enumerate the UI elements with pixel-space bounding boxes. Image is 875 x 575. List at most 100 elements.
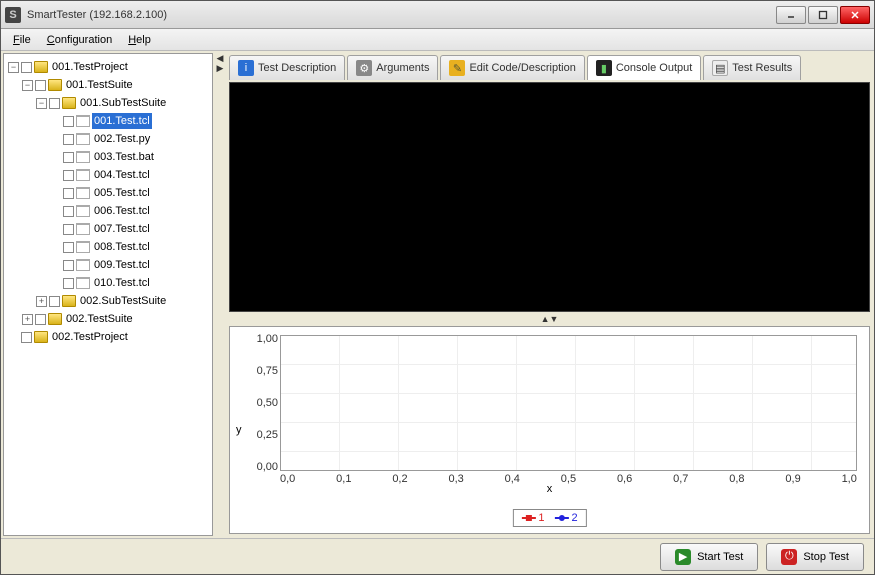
tab-label: Arguments	[376, 62, 429, 74]
file-icon	[76, 241, 90, 253]
button-label: Start Test	[697, 551, 743, 563]
tree-node-project[interactable]: 002.TestProject	[50, 329, 130, 345]
checkbox[interactable]	[63, 242, 74, 253]
tab-arguments[interactable]: ⚙ Arguments	[347, 55, 438, 80]
expander-icon[interactable]: −	[36, 98, 47, 109]
folder-icon	[62, 97, 76, 109]
file-icon	[76, 133, 90, 145]
tab-label: Console Output	[616, 62, 692, 74]
folder-icon	[34, 61, 48, 73]
menubar: File Configuration Help	[1, 29, 874, 51]
checkbox[interactable]	[63, 260, 74, 271]
tree-node-test[interactable]: 002.Test.py	[92, 131, 152, 147]
checkbox[interactable]	[63, 188, 74, 199]
checkbox[interactable]	[35, 314, 46, 325]
checkbox[interactable]	[21, 62, 32, 73]
checkbox[interactable]	[63, 116, 74, 127]
tab-console[interactable]: ▮ Console Output	[587, 55, 701, 80]
play-icon: ▶	[675, 549, 691, 565]
checkbox[interactable]	[63, 206, 74, 217]
checkbox[interactable]	[21, 332, 32, 343]
tree-node-suite[interactable]: 002.TestSuite	[64, 311, 135, 327]
expander-icon[interactable]: +	[36, 296, 47, 307]
stop-test-button[interactable]: ⏻ Stop Test	[766, 543, 864, 571]
footer: ▶ Start Test ⏻ Stop Test	[1, 538, 874, 574]
file-icon	[76, 259, 90, 271]
tab-results[interactable]: ▤ Test Results	[703, 55, 801, 80]
tree-node-test[interactable]: 003.Test.bat	[92, 149, 156, 165]
tree-node-test[interactable]: 007.Test.tcl	[92, 221, 152, 237]
chart-legend: 1 2	[512, 509, 586, 527]
stop-icon: ⏻	[781, 549, 797, 565]
start-test-button[interactable]: ▶ Start Test	[660, 543, 758, 571]
x-axis-label: x	[547, 483, 553, 495]
tree-node-test[interactable]: 009.Test.tcl	[92, 257, 152, 273]
folder-icon	[48, 79, 62, 91]
tree-node-suite[interactable]: 001.TestSuite	[64, 77, 135, 93]
app-icon: S	[5, 7, 21, 23]
expander-icon[interactable]: +	[22, 314, 33, 325]
minimize-button[interactable]	[776, 6, 806, 24]
plot-area[interactable]	[280, 335, 857, 471]
console-output[interactable]	[229, 82, 870, 312]
expander-icon[interactable]: −	[22, 80, 33, 91]
y-ticks: 1,000,750,500,250,00	[248, 333, 278, 473]
tab-description[interactable]: i Test Description	[229, 55, 345, 80]
legend-label: 1	[538, 512, 544, 524]
y-axis-label: y	[236, 424, 242, 436]
console-icon: ▮	[596, 60, 612, 76]
menu-configuration[interactable]: Configuration	[41, 32, 118, 48]
button-label: Stop Test	[803, 551, 849, 563]
tree-node-subsuite[interactable]: 001.SubTestSuite	[78, 95, 168, 111]
checkbox[interactable]	[49, 98, 60, 109]
checkbox[interactable]	[35, 80, 46, 91]
tree-node-test[interactable]: 010.Test.tcl	[92, 275, 152, 291]
tree-node-test[interactable]: 006.Test.tcl	[92, 203, 152, 219]
vertical-splitter[interactable]: ◀▶	[215, 53, 225, 536]
file-icon	[76, 187, 90, 199]
checkbox[interactable]	[63, 278, 74, 289]
tab-label: Test Description	[258, 62, 336, 74]
info-icon: i	[238, 60, 254, 76]
close-button[interactable]	[840, 6, 870, 24]
tree-node-test[interactable]: 001.Test.tcl	[92, 113, 152, 129]
file-icon	[76, 277, 90, 289]
checkbox[interactable]	[63, 152, 74, 163]
tree-node-subsuite[interactable]: 002.SubTestSuite	[78, 293, 168, 309]
tab-bar: i Test Description ⚙ Arguments ✎ Edit Code/…	[227, 53, 872, 80]
edit-icon: ✎	[449, 60, 465, 76]
tab-edit[interactable]: ✎ Edit Code/Description	[440, 55, 584, 80]
gears-icon: ⚙	[356, 60, 372, 76]
maximize-button[interactable]	[808, 6, 838, 24]
menu-help[interactable]: Help	[122, 32, 157, 48]
titlebar: S SmartTester (192.168.2.100)	[1, 1, 874, 29]
window-title: SmartTester (192.168.2.100)	[27, 9, 776, 21]
tree-node-test[interactable]: 004.Test.tcl	[92, 167, 152, 183]
folder-icon	[62, 295, 76, 307]
checkbox[interactable]	[49, 296, 60, 307]
horizontal-splitter[interactable]: ▲▼	[227, 314, 872, 324]
legend-marker-icon	[555, 514, 569, 522]
file-icon	[76, 115, 90, 127]
tree-node-test[interactable]: 005.Test.tcl	[92, 185, 152, 201]
file-icon	[76, 151, 90, 163]
tree-panel[interactable]: − 001.TestProject − 001.TestSuite − 001.Sub…	[3, 53, 213, 536]
legend-marker-icon	[521, 514, 535, 522]
file-icon	[76, 223, 90, 235]
tab-label: Test Results	[732, 62, 792, 74]
tree-node-test[interactable]: 008.Test.tcl	[92, 239, 152, 255]
expander-icon[interactable]: −	[8, 62, 19, 73]
folder-icon	[48, 313, 62, 325]
x-ticks: 0,00,10,20,30,40,50,60,70,80,91,0	[280, 473, 857, 485]
folder-icon	[34, 331, 48, 343]
file-icon	[76, 169, 90, 181]
checkbox[interactable]	[63, 170, 74, 181]
menu-file[interactable]: File	[7, 32, 37, 48]
tree-node-project[interactable]: 001.TestProject	[50, 59, 130, 75]
checkbox[interactable]	[63, 134, 74, 145]
chart-panel: y 1,000,750,500,250,00 0,00,10,20,30,40,…	[229, 326, 870, 534]
checkbox[interactable]	[63, 224, 74, 235]
legend-label: 2	[572, 512, 578, 524]
results-icon: ▤	[712, 60, 728, 76]
tab-label: Edit Code/Description	[469, 62, 575, 74]
